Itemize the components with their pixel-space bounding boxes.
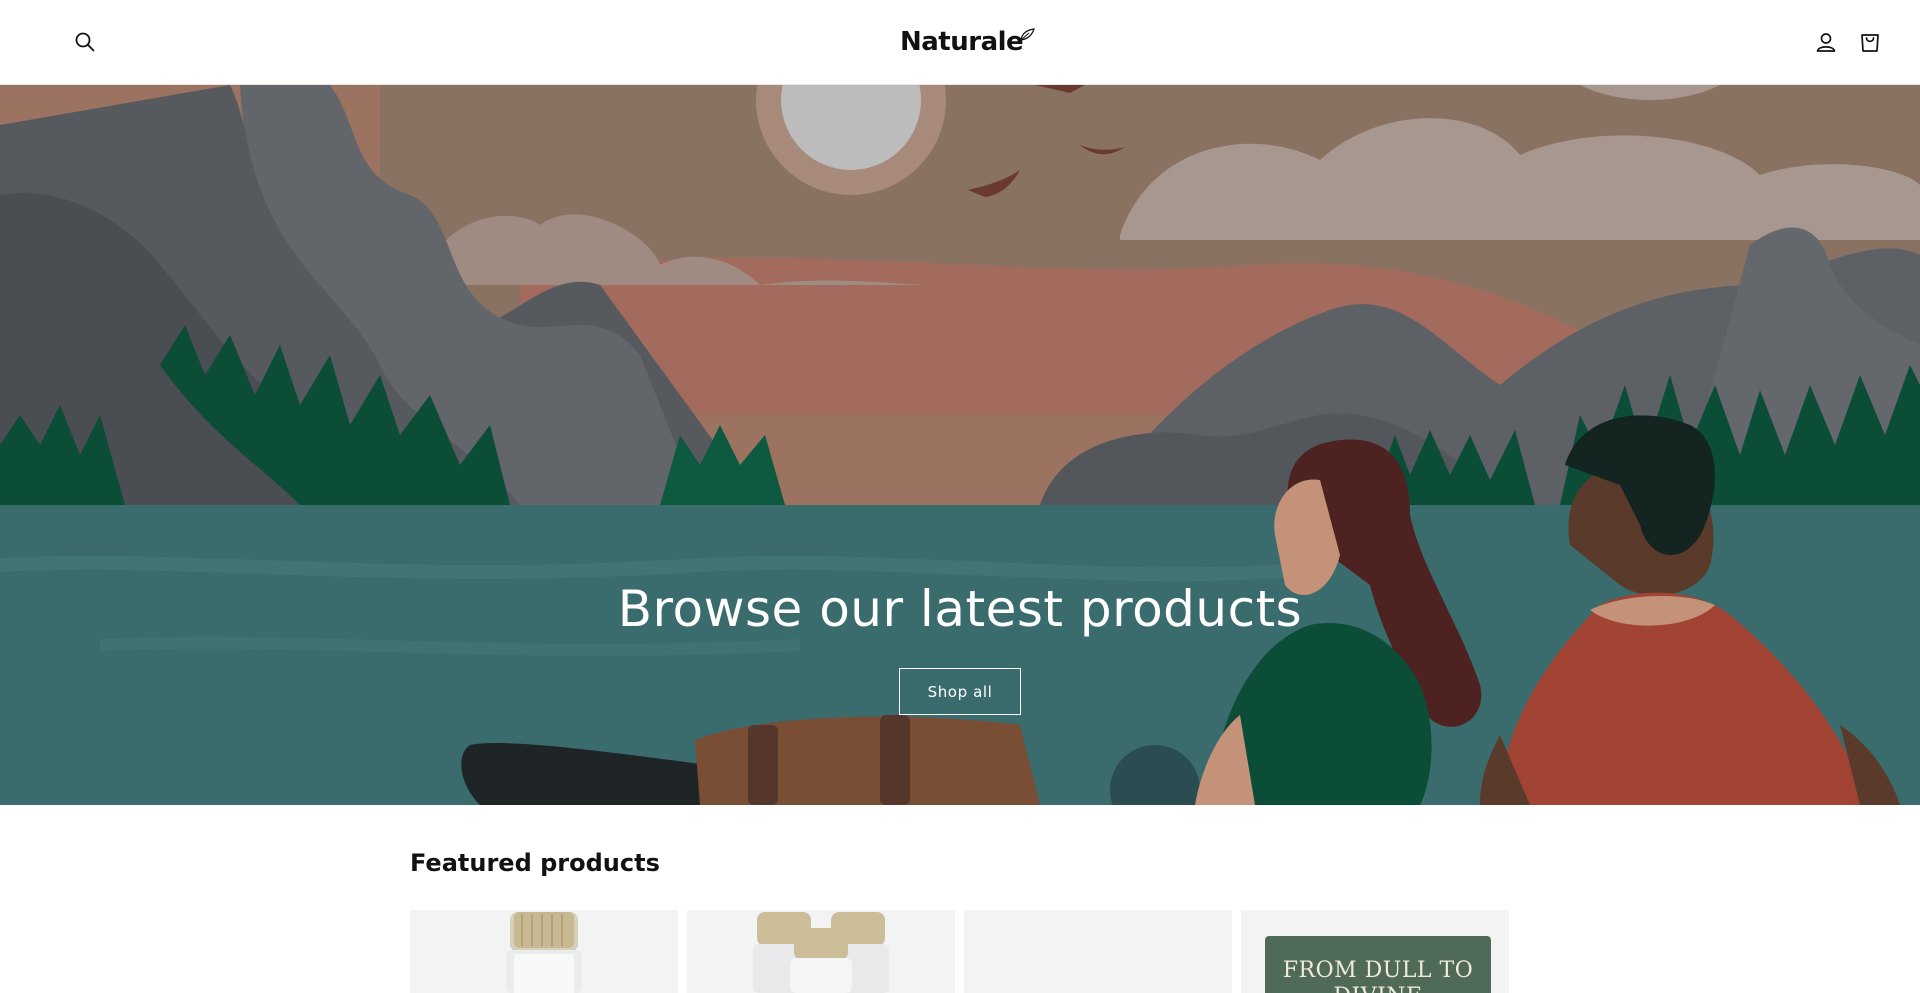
product-image-placeholder bbox=[964, 910, 1232, 993]
site-logo[interactable]: Naturale bbox=[900, 22, 1036, 62]
hero-title: Browse our latest products bbox=[617, 580, 1303, 638]
leaf-icon bbox=[1020, 28, 1036, 41]
logo-text: Naturale bbox=[900, 27, 1024, 57]
product-card[interactable]: FROM DULL TO DIVINE bbox=[1241, 910, 1509, 993]
site-header: Naturale bbox=[0, 0, 1920, 85]
hero-banner: Browse our latest products Shop all bbox=[0, 85, 1920, 805]
search-icon[interactable] bbox=[68, 25, 102, 59]
shop-all-button[interactable]: Shop all bbox=[899, 668, 1021, 715]
product-card[interactable] bbox=[964, 910, 1232, 993]
book-cover-image: FROM DULL TO DIVINE bbox=[1265, 936, 1491, 993]
serum-bottles-image bbox=[753, 912, 889, 993]
featured-products-title: Featured products bbox=[410, 849, 660, 877]
product-grid: FROM DULL TO DIVINE bbox=[410, 910, 1510, 993]
cart-icon[interactable] bbox=[1853, 25, 1887, 59]
product-card[interactable] bbox=[410, 910, 678, 993]
product-card[interactable] bbox=[687, 910, 955, 993]
book-cover-text: FROM DULL TO DIVINE bbox=[1282, 958, 1474, 993]
serum-bottle-image bbox=[506, 912, 582, 993]
account-icon[interactable] bbox=[1809, 25, 1843, 59]
